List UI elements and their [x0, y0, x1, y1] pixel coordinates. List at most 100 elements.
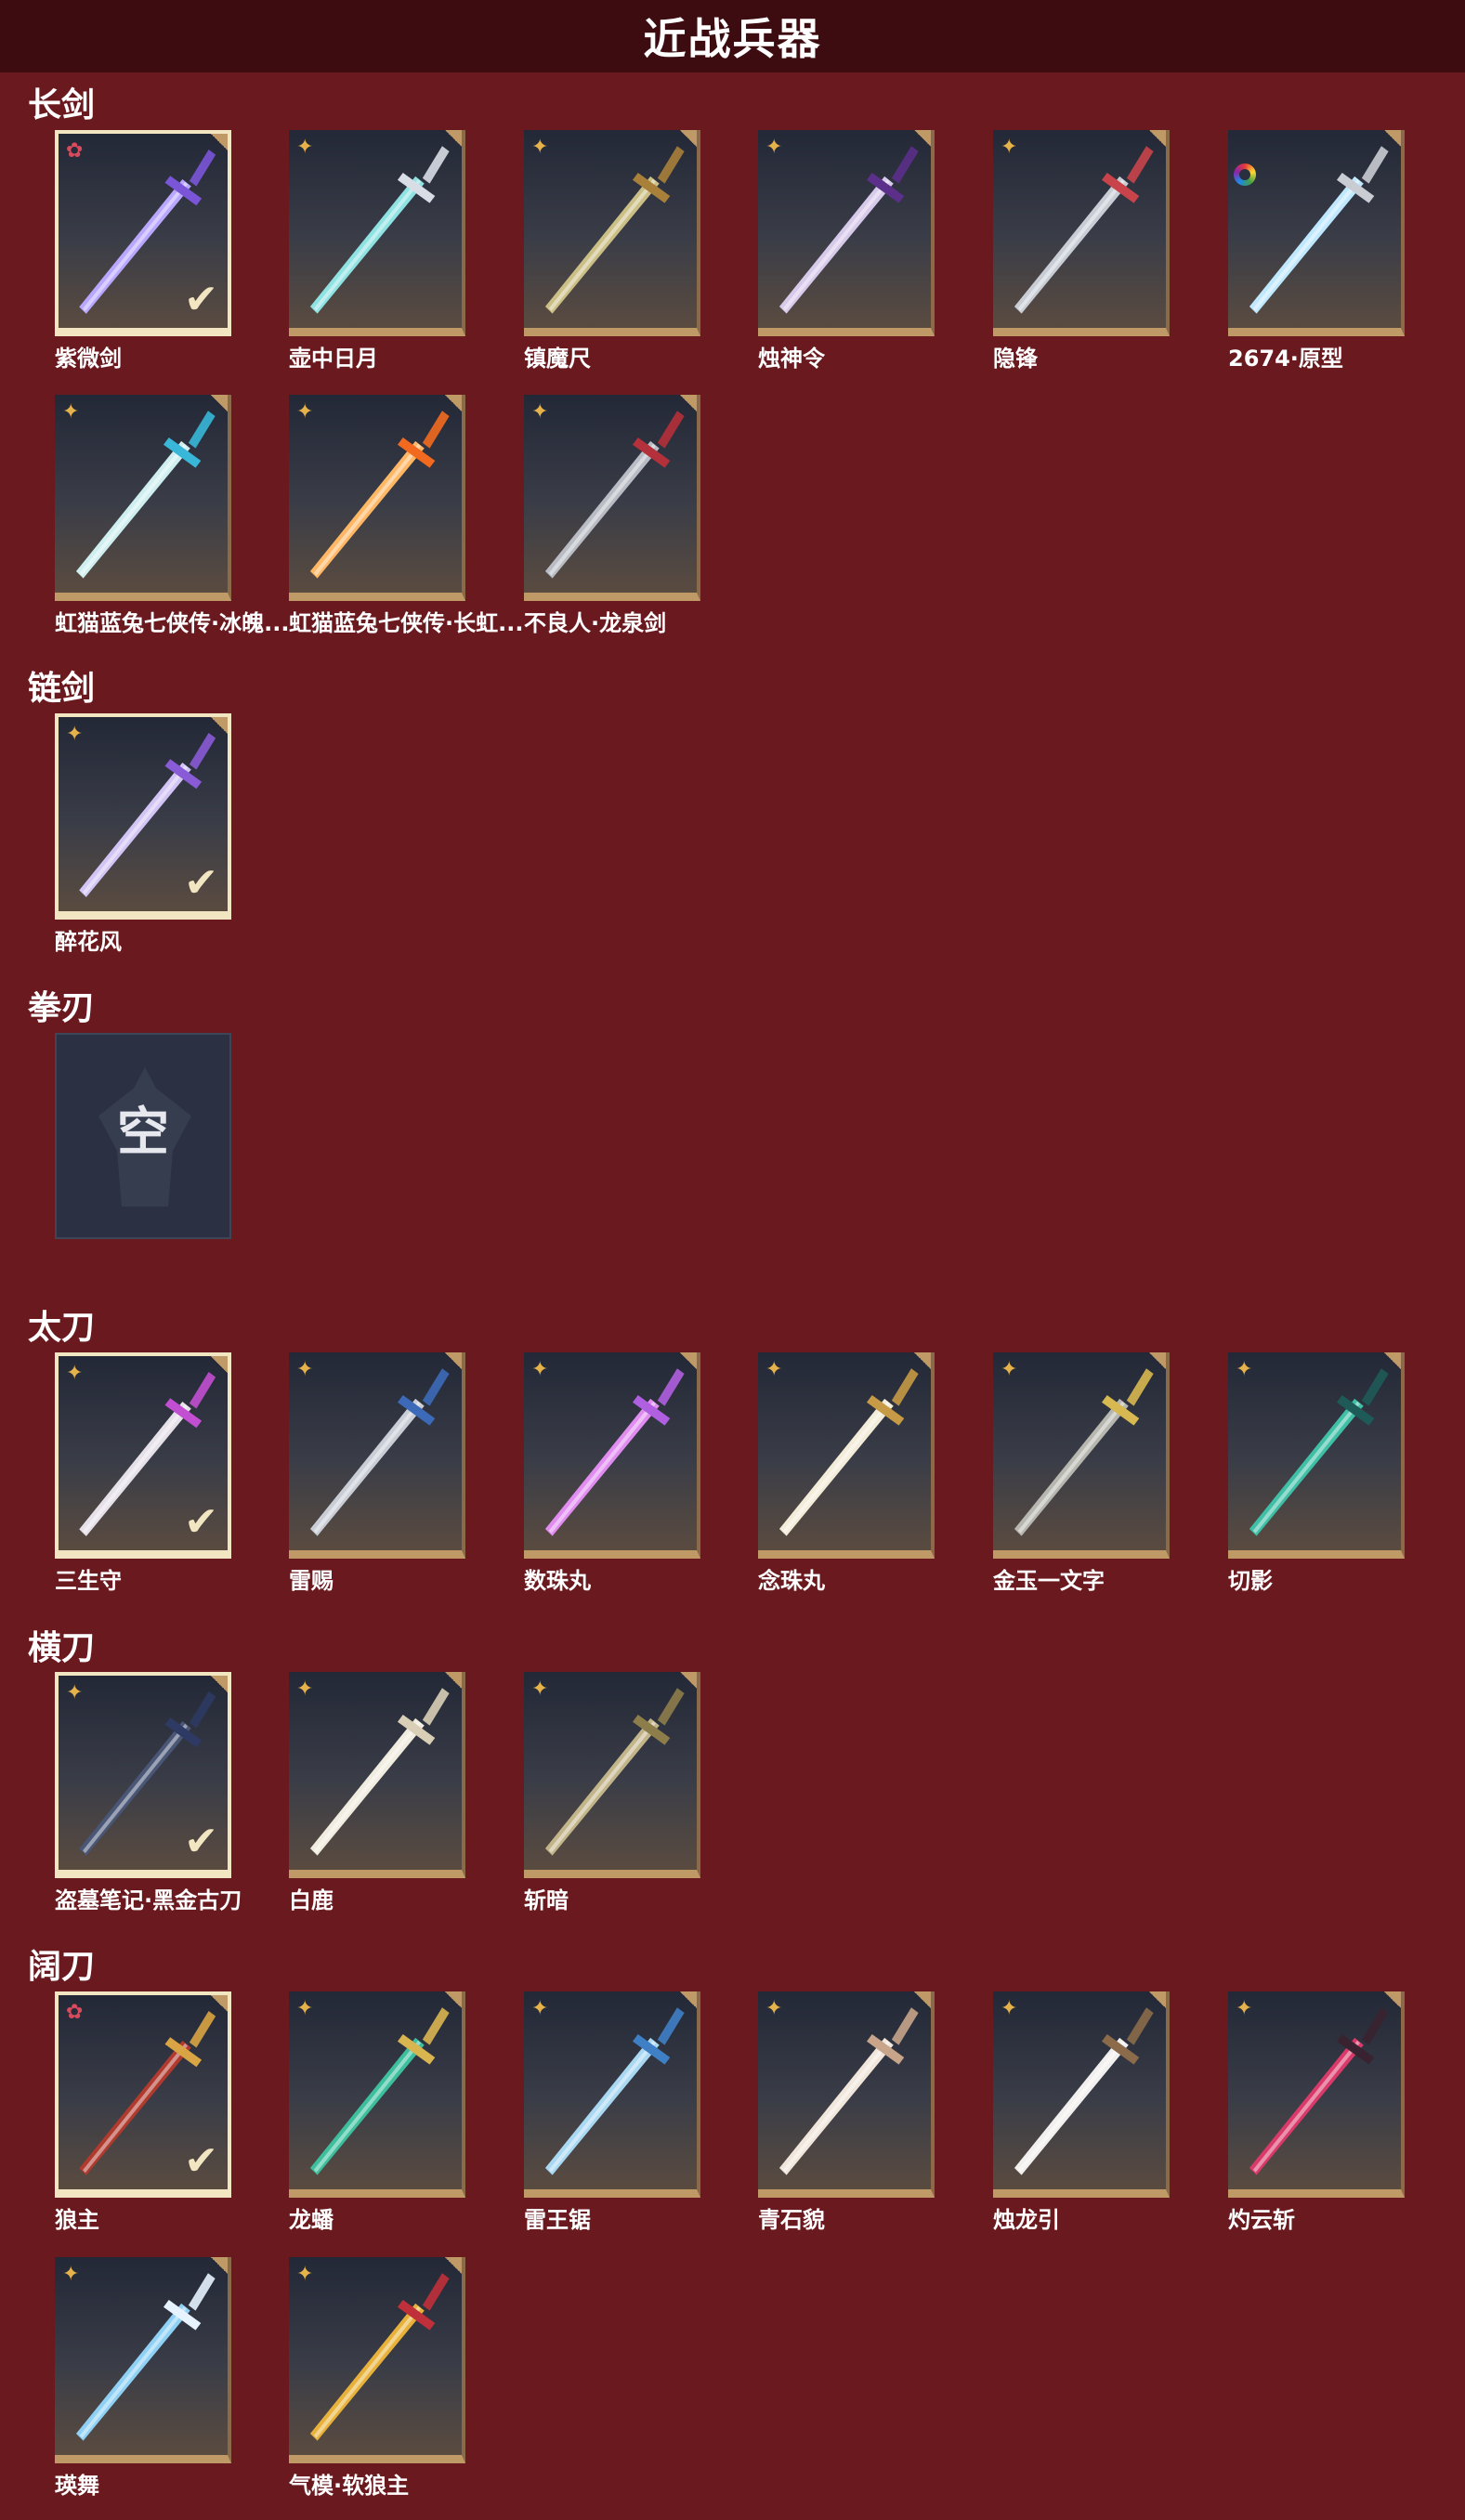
- weapon-name: 切影: [1228, 1568, 1273, 1594]
- four-point-star-icon: ✦: [531, 136, 549, 159]
- corner-trim-icon: [914, 1991, 931, 2008]
- weapon-tile[interactable]: ✦: [289, 130, 465, 336]
- weapon-tile[interactable]: ✦: [524, 395, 700, 601]
- weapon-tile[interactable]: ✿ ✔: [55, 1991, 231, 2198]
- four-point-star-icon: ✦: [765, 1358, 783, 1381]
- weapon-name: 烛神令: [758, 346, 825, 372]
- weapon-name: 灼云斩: [1228, 2207, 1295, 2233]
- weapon-shine: [1017, 2040, 1125, 2173]
- weapon-image: [778, 1368, 919, 1536]
- weapon-shine: [1252, 1401, 1360, 1534]
- weapon-name: 金玉一文字: [993, 1568, 1105, 1594]
- weapon-tile[interactable]: ✦: [289, 2257, 465, 2463]
- weapon-name: 雷王锯: [524, 2207, 591, 2233]
- weapon-tile[interactable]: ✦: [758, 1352, 935, 1559]
- weapon-shine: [83, 1723, 189, 1854]
- weapon-name: 雷赐: [289, 1568, 334, 1594]
- weapon-tile[interactable]: ✦: [55, 2257, 231, 2463]
- corner-trim-icon: [445, 1672, 462, 1689]
- four-point-star-icon: ✦: [296, 2263, 314, 2286]
- weapon-name: 白鹿: [289, 1887, 334, 1913]
- corner-trim-icon: [445, 2257, 462, 2274]
- page-header: 近战兵器: [0, 0, 1465, 72]
- section-title: 横刀: [28, 1629, 96, 1667]
- weapon-grip: [422, 146, 450, 184]
- weapon-tile[interactable]: ✦: [993, 1991, 1170, 2198]
- weapon-tile[interactable]: ✦: [289, 395, 465, 601]
- weapon-image: [1014, 146, 1154, 314]
- weapon-tile[interactable]: ✿ ✔: [55, 130, 231, 336]
- weapon-shine: [548, 443, 656, 576]
- weapon-tile[interactable]: ✦: [289, 1991, 465, 2198]
- weapon-tile[interactable]: ✦: [1228, 1352, 1405, 1559]
- weapon-image: [309, 1368, 450, 1536]
- weapon-tile[interactable]: ✦: [289, 1672, 465, 1878]
- weapon-grip: [422, 2007, 450, 2045]
- weapon-tile[interactable]: ✦: [993, 130, 1170, 336]
- weapon-name: 念珠丸: [758, 1568, 825, 1594]
- four-point-star-icon: ✦: [66, 1681, 84, 1704]
- weapon-image: [544, 411, 685, 579]
- weapon-name: 瑛舞: [55, 2473, 99, 2499]
- weapon-image: [544, 1688, 685, 1856]
- corner-trim-icon: [914, 1352, 931, 1369]
- weapon-image: [309, 146, 450, 314]
- weapon-image: [1014, 2007, 1154, 2175]
- corner-trim-icon: [211, 717, 228, 734]
- weapon-grip: [891, 1368, 919, 1406]
- weapon-grip: [189, 1371, 216, 1409]
- four-point-star-icon: ✦: [531, 1358, 549, 1381]
- weapon-tile[interactable]: ✦ ✔: [55, 1352, 231, 1559]
- weapon-grip: [422, 1688, 450, 1726]
- rainbow-ring-icon: [1234, 163, 1256, 186]
- weapon-tile[interactable]: ✦: [524, 1991, 700, 2198]
- weapon-shine: [548, 1401, 656, 1534]
- weapon-tile[interactable]: ✦: [289, 1352, 465, 1559]
- weapon-tile[interactable]: ✦: [1228, 1991, 1405, 2198]
- corner-trim-icon: [211, 395, 228, 411]
- weapon-name: 虹猫蓝兔七侠传·冰魄...: [55, 610, 290, 636]
- four-point-star-icon: ✦: [62, 2263, 80, 2286]
- section-title: 太刀: [28, 1309, 96, 1347]
- weapon-shine: [1017, 1401, 1125, 1534]
- weapon-image: [778, 2007, 919, 2175]
- corner-trim-icon: [1384, 1991, 1401, 2008]
- weapon-tile[interactable]: ✦: [993, 1352, 1170, 1559]
- weapon-name: 紫微剑: [55, 346, 122, 372]
- section-title: 链剑: [28, 670, 96, 708]
- weapon-grip: [1126, 146, 1154, 184]
- checkmark-icon: ✔: [184, 2137, 218, 2185]
- four-point-star-icon: ✦: [1236, 1997, 1253, 2020]
- weapon-grip: [891, 146, 919, 184]
- weapon-tile[interactable]: [1228, 130, 1405, 336]
- checkmark-icon: ✔: [184, 859, 218, 907]
- four-point-star-icon: ✦: [1001, 1358, 1018, 1381]
- weapon-grip: [188, 2273, 216, 2311]
- weapon-shine: [1252, 178, 1360, 311]
- weapon-shine: [782, 178, 890, 311]
- weapon-tile[interactable]: ✦: [758, 130, 935, 336]
- weapon-tile[interactable]: ✦: [524, 130, 700, 336]
- weapon-tile[interactable]: ✦: [758, 1991, 935, 2198]
- weapon-grip: [189, 732, 216, 770]
- weapon-name: 壶中日月: [289, 346, 378, 372]
- weapon-name: 盗墓笔记·黑金古刀: [55, 1887, 242, 1913]
- weapon-tile[interactable]: ✦ ✔: [55, 713, 231, 920]
- weapon-name: 镇魔尺: [524, 346, 591, 372]
- four-point-star-icon: ✦: [296, 1997, 314, 2020]
- empty-slot[interactable]: 空: [55, 1033, 231, 1239]
- weapon-grip: [189, 2010, 216, 2048]
- weapon-shine: [313, 2040, 421, 2173]
- weapon-image: [309, 1688, 450, 1856]
- weapon-shine: [1017, 178, 1125, 311]
- weapon-grip: [657, 1368, 685, 1406]
- weapon-tile[interactable]: ✦: [524, 1352, 700, 1559]
- weapon-name: 气模·软狼主: [289, 2473, 410, 2499]
- weapon-tile[interactable]: ✦ ✔: [55, 1672, 231, 1878]
- weapon-shine: [313, 178, 421, 311]
- section-title: 长剑: [28, 86, 96, 124]
- weapon-tile[interactable]: ✦: [524, 1672, 700, 1878]
- weapon-grip: [189, 1691, 216, 1729]
- weapon-tile[interactable]: ✦: [55, 395, 231, 601]
- weapon-name: 数珠丸: [524, 1568, 591, 1594]
